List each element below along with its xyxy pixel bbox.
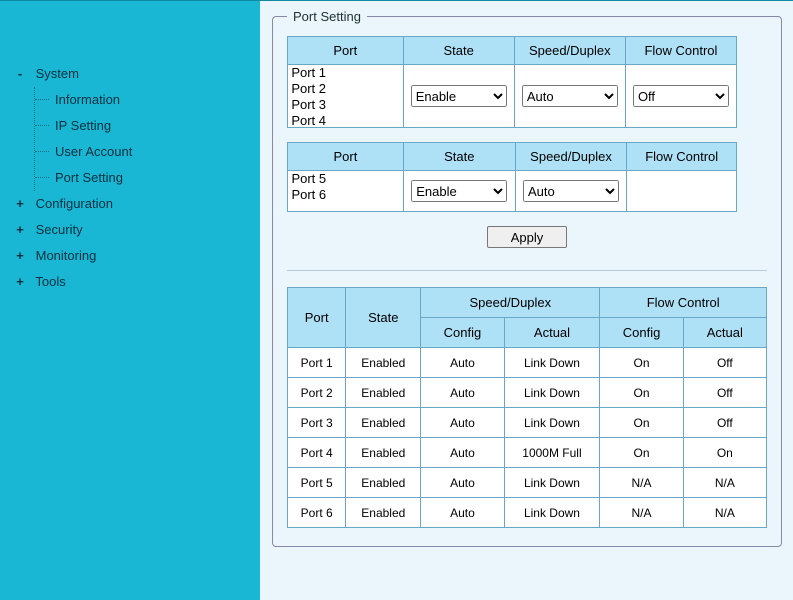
table-row: Port 6EnabledAutoLink DownN/AN/A [288,498,767,528]
port-list-1[interactable]: Port 1Port 2Port 3Port 4 [289,65,401,127]
apply-button[interactable]: Apply [487,226,567,248]
expand-icon[interactable]: + [14,217,26,243]
table-row: Port 2EnabledAutoLink DownOnOff [288,378,767,408]
state-select-2[interactable]: Enable [411,180,507,202]
speed-select-2[interactable]: Auto [523,180,619,202]
nav-port-setting[interactable]: Port Setting [35,165,260,191]
config-table-2: Port State Speed/Duplex Flow Control Por… [287,142,737,212]
nav-user-account[interactable]: User Account [35,139,260,165]
nav-security[interactable]: + Security [14,217,260,243]
nav-ip-setting[interactable]: IP Setting [35,113,260,139]
port-setting-panel: Port Setting Port State Speed/Duplex Flo… [272,9,782,547]
divider [287,270,767,271]
collapse-icon[interactable]: - [14,61,26,87]
nav-monitoring[interactable]: + Monitoring [14,243,260,269]
table-row: Port 4EnabledAuto1000M FullOnOn [288,438,767,468]
table-row: Port 5EnabledAutoLink DownN/AN/A [288,468,767,498]
col-state: State [403,37,514,65]
nav-tools[interactable]: + Tools [14,269,260,295]
nav-system[interactable]: - System InformationIP SettingUser Accou… [14,61,260,191]
col-speed: Speed/Duplex [514,37,625,65]
config-table-1: Port State Speed/Duplex Flow Control Por… [287,36,737,128]
col-flow: Flow Control [625,37,736,65]
nav-configuration[interactable]: + Configuration [14,191,260,217]
col-port: Port [288,37,404,65]
flow-select-1[interactable]: Off [633,85,729,107]
nav-tree: - System InformationIP SettingUser Accou… [14,61,260,295]
status-table: Port State Speed/Duplex Flow Control Con… [287,287,767,528]
table-row: Port 3EnabledAutoLink DownOnOff [288,408,767,438]
table-row: Port 1EnabledAutoLink DownOnOff [288,348,767,378]
nav-information[interactable]: Information [35,87,260,113]
panel-title: Port Setting [287,9,367,24]
state-select-1[interactable]: Enable [411,85,507,107]
main-content: Port Setting Port State Speed/Duplex Flo… [260,1,793,600]
flow-cell-2 [627,171,737,212]
expand-icon[interactable]: + [14,269,26,295]
nav-system-label[interactable]: System [36,66,79,81]
sidebar: - System InformationIP SettingUser Accou… [0,1,260,600]
expand-icon[interactable]: + [14,243,26,269]
speed-select-1[interactable]: Auto [522,85,618,107]
port-list-2[interactable]: Port 5Port 6 [289,171,401,211]
expand-icon[interactable]: + [14,191,26,217]
